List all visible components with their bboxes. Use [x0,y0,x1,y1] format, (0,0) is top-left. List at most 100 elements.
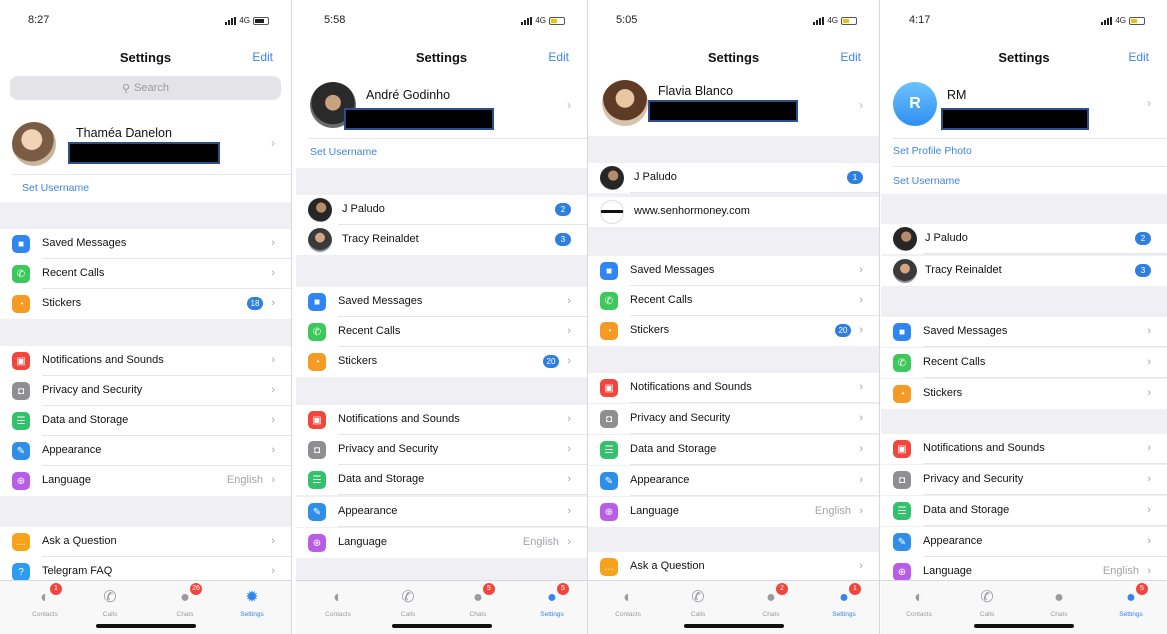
phone-icon: ✆ [401,589,415,606]
settings-row-language[interactable]: ⊕ Language English › [296,528,587,558]
row-label: Language [630,505,679,517]
chevron-right-icon: › [271,535,275,547]
set-username-link[interactable]: Set Username [893,175,960,187]
stickers-count-badge: 18 [247,297,263,310]
chevron-right-icon: › [567,443,571,455]
settings-row-appearance[interactable]: ✎ Appearance › [881,527,1167,557]
chevron-right-icon: › [859,443,863,455]
chevron-right-icon: › [1147,387,1151,399]
tab-settings[interactable]: ✹ Settings [222,587,282,618]
chevron-right-icon: › [859,381,863,393]
settings-row-notifications[interactable]: ▣ Notifications and Sounds › [588,373,879,403]
settings-row-data-storage[interactable]: ☰ Data and Storage › [881,496,1167,526]
settings-row-language[interactable]: ⊕ Language English › [588,497,879,527]
account-row[interactable]: www.senhormoney.com [588,197,879,227]
settings-row-privacy[interactable]: ◘ Privacy and Security › [588,404,879,434]
tab-contacts[interactable]: ◐ Contacts [889,587,949,618]
settings-row-recent-calls[interactable]: ✆ Recent Calls › [296,317,587,347]
account-avatar [893,227,917,251]
chevron-right-icon: › [567,325,571,337]
chevron-right-icon: › [567,98,571,112]
tab-contacts[interactable]: ◐ 1 Contacts [15,583,75,618]
settings-row-recent-calls[interactable]: ✆ Recent Calls › [588,286,879,316]
lock-icon: ◘ [893,471,911,489]
battery-icon [549,16,565,25]
settings-row-language[interactable]: ⊕ Language English › [0,466,291,496]
row-label: Appearance [923,535,983,547]
account-row[interactable]: Tracy Reinaldet 3 [881,256,1167,286]
tab-calls[interactable]: ✆ Calls [378,587,438,618]
settings-row-notifications[interactable]: ▣ Notifications and Sounds › [296,405,587,435]
divider [630,464,879,465]
tab-contacts[interactable]: ◐ Contacts [308,587,368,618]
profile-section[interactable]: Thaméa Danelon › Set Username [0,112,291,202]
account-name: J Paludo [342,203,385,215]
row-label: Language [923,565,972,577]
tab-bar: ◐ Contacts ✆ Calls ● 5 Chats ● 5 Settings [296,580,587,634]
settings-row-ask-question[interactable]: … Ask a Question › [588,552,879,582]
row-label: Data and Storage [338,473,425,485]
settings-row-notifications[interactable]: ▣ Notifications and Sounds › [0,346,291,376]
chevron-right-icon: › [859,98,863,112]
row-label: Notifications and Sounds [630,381,752,393]
settings-row-saved-messages[interactable]: ■ Saved Messages › [881,317,1167,347]
settings-row-privacy[interactable]: ◘ Privacy and Security › [0,376,291,406]
chevron-right-icon: › [271,565,275,577]
settings-row-saved-messages[interactable]: ■ Saved Messages › [296,287,587,317]
tab-calls[interactable]: ✆ Calls [957,587,1017,618]
profile-section[interactable]: Flavia Blanco › [588,74,879,136]
tab-chats[interactable]: ● 2 Chats [741,583,801,618]
row-label: Recent Calls [630,294,693,306]
chevron-right-icon: › [271,237,275,249]
profile-section[interactable]: André Godinho › Set Username [296,74,587,168]
tab-contacts[interactable]: ◐ Contacts [598,587,658,618]
status-bar: 4:17 4G [881,14,1167,34]
settings-row-data-storage[interactable]: ☰ Data and Storage › [0,406,291,436]
settings-row-saved-messages[interactable]: ■ Saved Messages › [588,256,879,286]
row-label: Language [42,474,91,486]
settings-row-data-storage[interactable]: ☰ Data and Storage › [296,465,587,495]
tab-settings[interactable]: ● 5 Settings [522,583,582,618]
account-row[interactable]: J Paludo 1 [588,163,879,193]
signal-icon [225,16,237,25]
account-row[interactable]: J Paludo 2 [296,195,587,225]
set-username-link[interactable]: Set Username [310,146,377,158]
settings-row-data-storage[interactable]: ☰ Data and Storage › [588,435,879,465]
settings-row-notifications[interactable]: ▣ Notifications and Sounds › [881,434,1167,464]
set-profile-photo-link[interactable]: Set Profile Photo [893,145,972,157]
account-row[interactable]: J Paludo 2 [881,224,1167,254]
settings-row-saved-messages[interactable]: ■ Saved Messages › [0,229,291,259]
tab-settings[interactable]: ● 1 Settings [814,583,874,618]
profile-section[interactable]: R RM › Set Profile Photo Set Username [881,70,1167,194]
tab-chats[interactable]: ● 26 Chats [155,583,215,618]
search-input[interactable]: ⚲ Search [10,76,281,100]
signal-icon [1101,16,1113,25]
tab-settings[interactable]: ● 5 Settings [1101,583,1161,618]
settings-row-ask-question[interactable]: … Ask a Question › [0,527,291,557]
settings-row-appearance[interactable]: ✎ Appearance › [296,497,587,527]
settings-row-appearance[interactable]: ✎ Appearance › [588,466,879,496]
tab-calls[interactable]: ✆ Calls [668,587,728,618]
settings-row-stickers[interactable]: ◔ Stickers 20 › [588,316,879,346]
settings-row-privacy[interactable]: ◘ Privacy and Security › [296,435,587,465]
settings-row-stickers[interactable]: ◔ Stickers › [881,379,1167,409]
settings-row-stickers[interactable]: ◔ Stickers 20 › [296,347,587,377]
account-row[interactable]: Tracy Reinaldet 3 [296,225,587,255]
edit-button[interactable]: Edit [840,50,861,64]
settings-row-recent-calls[interactable]: ✆ Recent Calls › [881,348,1167,378]
edit-button[interactable]: Edit [548,50,569,64]
settings-row-appearance[interactable]: ✎ Appearance › [0,436,291,466]
person-icon: ◐ [914,589,924,606]
tab-chats[interactable]: ● Chats [1029,587,1089,618]
settings-row-privacy[interactable]: ◘ Privacy and Security › [881,465,1167,495]
divider [893,166,1167,167]
edit-button[interactable]: Edit [252,50,273,64]
tab-chats[interactable]: ● 5 Chats [448,583,508,618]
tab-calls[interactable]: ✆ Calls [80,587,140,618]
set-username-link[interactable]: Set Username [22,182,89,194]
edit-button[interactable]: Edit [1128,50,1149,64]
settings-row-stickers[interactable]: ◔ Stickers 18 › [0,289,291,319]
bell-icon: ▣ [893,440,911,458]
chevron-right-icon: › [567,295,571,307]
settings-row-recent-calls[interactable]: ✆ Recent Calls › [0,259,291,289]
